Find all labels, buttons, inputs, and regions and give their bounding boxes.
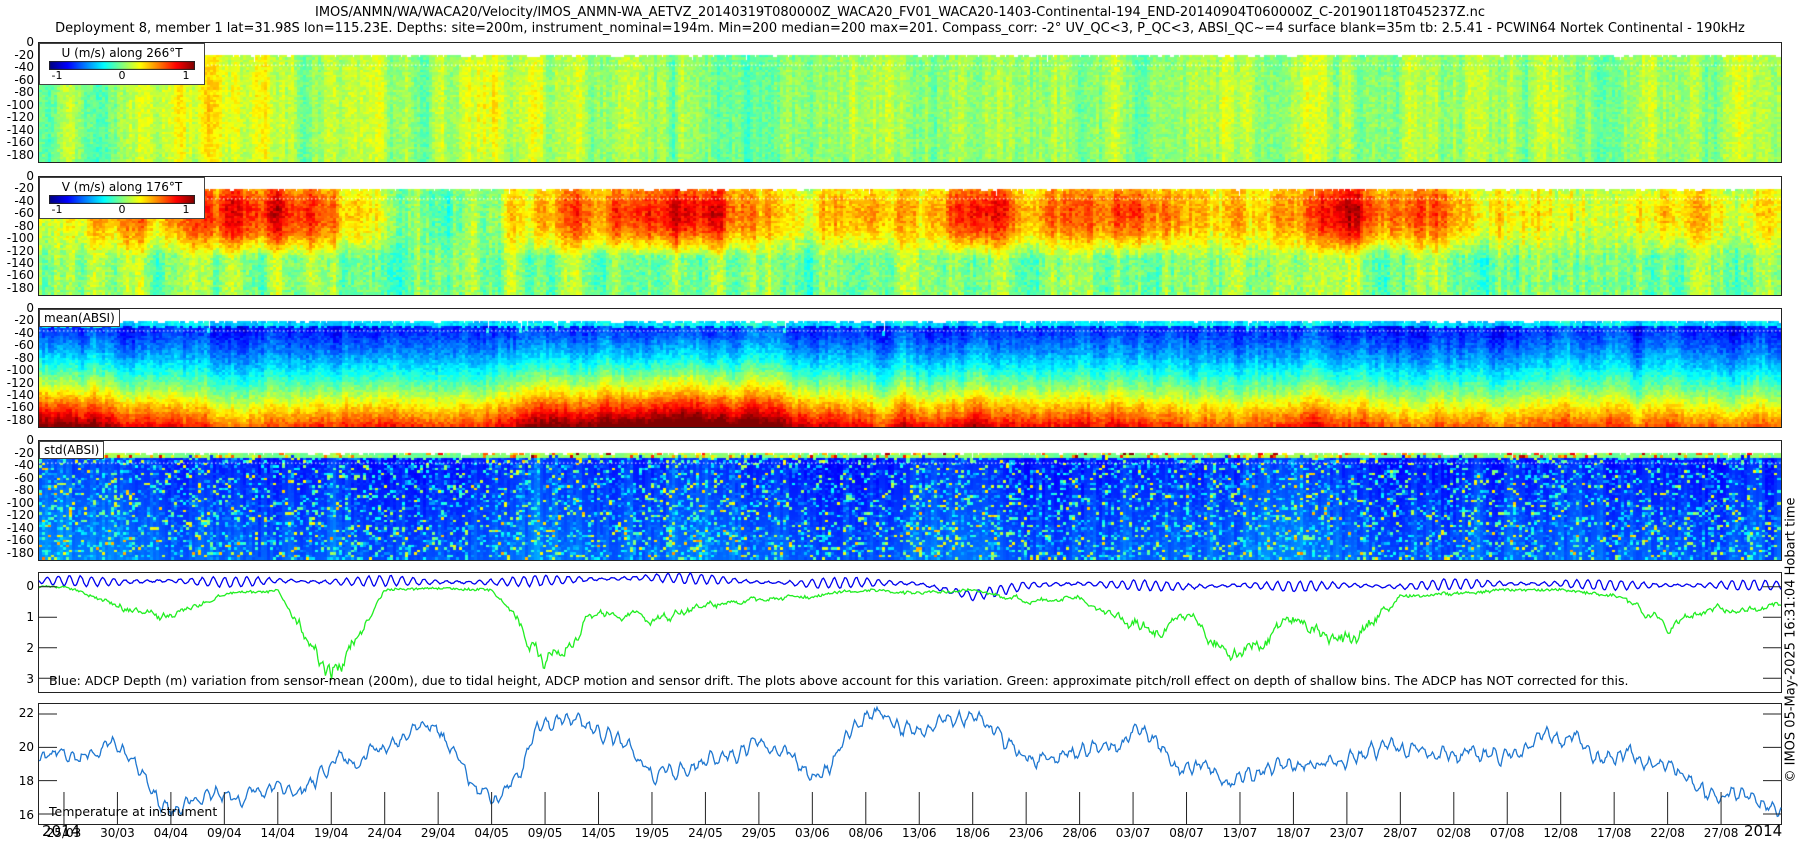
x-tick-label: 29/04: [420, 826, 456, 840]
x-tick-label: 22/08: [1650, 826, 1685, 840]
x-tick-label: 08/07: [1169, 826, 1204, 840]
x-tick-label: 30/03: [100, 826, 135, 840]
temperature-panel: Temperature at instrument: [38, 703, 1782, 825]
y-tick-label: 22: [18, 706, 34, 721]
std-absi-panel: std(ABSI): [38, 440, 1782, 561]
x-tick-label: 04/04: [153, 826, 189, 840]
credit-timestamp: © IMOS 05-May-2025 16:31:04 Hobart time: [1783, 497, 1799, 783]
y-tick-label: -180: [6, 280, 34, 295]
x-tick-label: 18/06: [955, 826, 990, 840]
year-left-label: 2014: [42, 822, 81, 840]
mean-absi-label: mean(ABSI): [39, 309, 120, 327]
title-line-2: Deployment 8, member 1 lat=31.98S lon=11…: [55, 21, 1745, 36]
u-legend-title: U (m/s) along 266°T: [61, 46, 183, 60]
x-tick-label: 12/08: [1543, 826, 1578, 840]
x-tick-label: 24/04: [367, 826, 402, 840]
temperature-plot: [38, 705, 1782, 824]
x-tick-label: 19/05: [634, 826, 670, 840]
y-tick-label: -180: [6, 147, 34, 162]
x-tick-label: 08/06: [848, 826, 884, 840]
temperature-line: [38, 705, 1782, 819]
y-tick-label: 3: [26, 672, 34, 687]
y-tick-label: 0: [26, 578, 34, 593]
x-tick-label: 18/07: [1276, 826, 1311, 840]
x-tick-label: 19/04: [313, 826, 349, 840]
x-tick-label: 23/06: [1008, 826, 1044, 840]
x-tick-label: 17/08: [1596, 826, 1632, 840]
x-tick-label: 02/08: [1436, 826, 1472, 840]
x-tick-label: 27/08: [1703, 826, 1739, 840]
x-tick-label: 03/06: [795, 826, 830, 840]
y-tick-label: 1: [26, 609, 34, 624]
adcp-depth-panel: Blue: ADCP Depth (m) variation from sens…: [38, 571, 1782, 693]
adcp-depth-line: [38, 571, 1782, 602]
u-colorbar-legend: U (m/s) along 266°T -1 0 1: [39, 43, 205, 85]
u-velocity-panel: U (m/s) along 266°T -1 0 1: [38, 42, 1782, 163]
x-tick-label: 29/05: [741, 826, 777, 840]
x-tick-label: 04/05: [474, 826, 509, 840]
x-tick-label: 28/07: [1383, 826, 1418, 840]
v-velocity-heatmap: [39, 177, 1781, 295]
y-tick-label: 16: [18, 807, 34, 822]
mean-absi-heatmap: [39, 309, 1781, 427]
v-colorbar-tick: -1: [51, 203, 63, 216]
v-velocity-panel: V (m/s) along 176°T -1 0 1: [38, 176, 1782, 296]
u-colorbar-tick: -1: [51, 69, 63, 82]
y-tick-label: 20: [18, 740, 34, 755]
v-colorbar-tick: 0: [118, 203, 126, 216]
x-tick-label: 14/05: [581, 826, 616, 840]
u-colorbar-tick: 0: [118, 69, 126, 82]
x-tick-label: 14/04: [260, 826, 296, 840]
y-tick-label: 2: [26, 641, 34, 655]
temperature-label: Temperature at instrument: [49, 804, 218, 819]
y-tick-label: 18: [18, 773, 34, 788]
x-tick-label: 09/04: [207, 826, 242, 840]
y-tick-label: -180: [6, 545, 34, 560]
y-tick-label: -180: [6, 412, 34, 427]
x-tick-label: 09/05: [527, 826, 563, 840]
x-tick-label: 13/07: [1222, 826, 1258, 840]
std-absi-label: std(ABSI): [39, 441, 105, 459]
pitch-roll-depth-line: [38, 584, 1782, 680]
title-line-1: IMOS/ANMN/WA/WACA20/Velocity/IMOS_ANMN-W…: [315, 5, 1485, 20]
depth-note: Blue: ADCP Depth (m) variation from sens…: [49, 673, 1629, 688]
std-absi-heatmap: [39, 441, 1781, 560]
x-tick-label: 13/06: [901, 826, 937, 840]
u-colorbar-tick: 1: [182, 69, 190, 82]
x-tick-label: 24/05: [688, 826, 723, 840]
v-colorbar-tick: 1: [182, 203, 190, 216]
x-tick-label: 23/07: [1329, 826, 1365, 840]
u-velocity-heatmap: [39, 43, 1781, 162]
v-legend-title: V (m/s) along 176°T: [61, 180, 183, 194]
v-colorbar-legend: V (m/s) along 176°T -1 0 1: [39, 177, 205, 219]
year-right-label: 2014: [1744, 822, 1783, 840]
mean-absi-panel: mean(ABSI): [38, 308, 1782, 428]
x-tick-label: 07/08: [1489, 826, 1525, 840]
x-tick-label: 28/06: [1062, 826, 1097, 840]
x-tick-label: 03/07: [1115, 826, 1151, 840]
